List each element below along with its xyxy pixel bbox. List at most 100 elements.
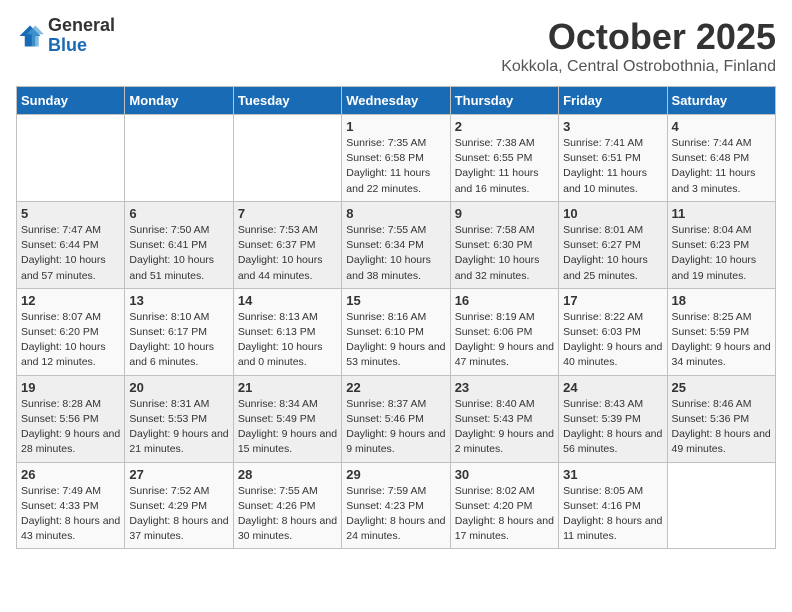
day-number: 25 bbox=[672, 380, 771, 395]
day-cell: 24 Sunrise: 8:43 AM Sunset: 5:39 PM Dayli… bbox=[559, 375, 667, 462]
day-number: 4 bbox=[672, 119, 771, 134]
day-number: 26 bbox=[21, 467, 120, 482]
day-info: Sunrise: 8:07 AM Sunset: 6:20 PM Dayligh… bbox=[21, 310, 120, 371]
day-info: Sunrise: 8:10 AM Sunset: 6:17 PM Dayligh… bbox=[129, 310, 228, 371]
day-info: Sunrise: 8:02 AM Sunset: 4:20 PM Dayligh… bbox=[455, 484, 554, 545]
day-number: 1 bbox=[346, 119, 445, 134]
day-cell: 27Sunrise: 7:52 AM Sunset: 4:29 PM Dayli… bbox=[125, 462, 233, 549]
day-number: 20 bbox=[129, 380, 228, 395]
day-number: 17 bbox=[563, 293, 662, 308]
weekday-header-friday: Friday bbox=[559, 87, 667, 115]
day-cell: 1 Sunrise: 7:35 AM Sunset: 6:58 PM Daylig… bbox=[342, 115, 450, 202]
day-number: 6 bbox=[129, 206, 228, 221]
day-cell: 12 Sunrise: 8:07 AM Sunset: 6:20 PM Dayli… bbox=[17, 288, 125, 375]
day-cell: 10 Sunrise: 8:01 AM Sunset: 6:27 PM Dayli… bbox=[559, 201, 667, 288]
day-cell: 16Sunrise: 8:19 AM Sunset: 6:06 PM Dayli… bbox=[450, 288, 558, 375]
day-info: Sunrise: 8:28 AM Sunset: 5:56 PM Dayligh… bbox=[21, 397, 120, 458]
day-cell: 5 Sunrise: 7:47 AM Sunset: 6:44 PM Daylig… bbox=[17, 201, 125, 288]
day-number: 3 bbox=[563, 119, 662, 134]
day-cell: 14 Sunrise: 8:13 AM Sunset: 6:13 PM Dayli… bbox=[233, 288, 341, 375]
logo-general-text: General Blue bbox=[48, 16, 115, 56]
day-cell: 25 Sunrise: 8:46 AM Sunset: 5:36 PM Dayli… bbox=[667, 375, 775, 462]
day-cell: 26 Sunrise: 7:49 AM Sunset: 4:33 PM Dayli… bbox=[17, 462, 125, 549]
day-info: Sunrise: 8:05 AM Sunset: 4:16 PM Dayligh… bbox=[563, 484, 662, 545]
day-info: Sunrise: 7:47 AM Sunset: 6:44 PM Dayligh… bbox=[21, 223, 120, 284]
day-number: 30 bbox=[455, 467, 554, 482]
day-info: Sunrise: 8:37 AM Sunset: 5:46 PM Dayligh… bbox=[346, 397, 445, 458]
day-cell: 20 Sunrise: 8:31 AM Sunset: 5:53 PM Dayli… bbox=[125, 375, 233, 462]
day-cell: 13 Sunrise: 8:10 AM Sunset: 6:17 PM Dayli… bbox=[125, 288, 233, 375]
weekday-header-row: SundayMondayTuesdayWednesdayThursdayFrid… bbox=[17, 87, 776, 115]
day-cell: 15Sunrise: 8:16 AM Sunset: 6:10 PM Dayli… bbox=[342, 288, 450, 375]
logo-icon bbox=[16, 22, 44, 50]
day-cell: 11Sunrise: 8:04 AM Sunset: 6:23 PM Dayli… bbox=[667, 201, 775, 288]
day-number: 7 bbox=[238, 206, 337, 221]
day-cell: 28 Sunrise: 7:55 AM Sunset: 4:26 PM Dayli… bbox=[233, 462, 341, 549]
day-number: 21 bbox=[238, 380, 337, 395]
day-info: Sunrise: 7:44 AM Sunset: 6:48 PM Dayligh… bbox=[672, 136, 771, 197]
day-cell: 6 Sunrise: 7:50 AM Sunset: 6:41 PM Daylig… bbox=[125, 201, 233, 288]
day-info: Sunrise: 8:43 AM Sunset: 5:39 PM Dayligh… bbox=[563, 397, 662, 458]
day-number: 8 bbox=[346, 206, 445, 221]
day-info: Sunrise: 8:46 AM Sunset: 5:36 PM Dayligh… bbox=[672, 397, 771, 458]
weekday-header-wednesday: Wednesday bbox=[342, 87, 450, 115]
day-info: Sunrise: 8:25 AM Sunset: 5:59 PM Dayligh… bbox=[672, 310, 771, 371]
week-row-4: 19Sunrise: 8:28 AM Sunset: 5:56 PM Dayli… bbox=[17, 375, 776, 462]
day-cell: 3Sunrise: 7:41 AM Sunset: 6:51 PM Daylig… bbox=[559, 115, 667, 202]
day-info: Sunrise: 7:49 AM Sunset: 4:33 PM Dayligh… bbox=[21, 484, 120, 545]
day-info: Sunrise: 8:22 AM Sunset: 6:03 PM Dayligh… bbox=[563, 310, 662, 371]
day-cell: 21 Sunrise: 8:34 AM Sunset: 5:49 PM Dayli… bbox=[233, 375, 341, 462]
weekday-header-monday: Monday bbox=[125, 87, 233, 115]
day-info: Sunrise: 7:55 AM Sunset: 4:26 PM Dayligh… bbox=[238, 484, 337, 545]
day-info: Sunrise: 7:53 AM Sunset: 6:37 PM Dayligh… bbox=[238, 223, 337, 284]
day-info: Sunrise: 8:01 AM Sunset: 6:27 PM Dayligh… bbox=[563, 223, 662, 284]
day-number: 13 bbox=[129, 293, 228, 308]
day-cell: 7 Sunrise: 7:53 AM Sunset: 6:37 PM Daylig… bbox=[233, 201, 341, 288]
day-info: Sunrise: 7:50 AM Sunset: 6:41 PM Dayligh… bbox=[129, 223, 228, 284]
week-row-1: 1 Sunrise: 7:35 AM Sunset: 6:58 PM Daylig… bbox=[17, 115, 776, 202]
day-number: 12 bbox=[21, 293, 120, 308]
weekday-header-saturday: Saturday bbox=[667, 87, 775, 115]
day-number: 31 bbox=[563, 467, 662, 482]
day-cell bbox=[233, 115, 341, 202]
day-cell: 22 Sunrise: 8:37 AM Sunset: 5:46 PM Dayli… bbox=[342, 375, 450, 462]
page-header: General Blue October 2025 Kokkola, Centr… bbox=[16, 16, 776, 76]
day-number: 9 bbox=[455, 206, 554, 221]
day-number: 18 bbox=[672, 293, 771, 308]
day-number: 28 bbox=[238, 467, 337, 482]
day-number: 22 bbox=[346, 380, 445, 395]
day-cell: 9 Sunrise: 7:58 AM Sunset: 6:30 PM Daylig… bbox=[450, 201, 558, 288]
day-number: 29 bbox=[346, 467, 445, 482]
day-info: Sunrise: 7:58 AM Sunset: 6:30 PM Dayligh… bbox=[455, 223, 554, 284]
day-number: 15 bbox=[346, 293, 445, 308]
title-area: October 2025 Kokkola, Central Ostrobothn… bbox=[501, 16, 776, 76]
day-cell bbox=[17, 115, 125, 202]
day-info: Sunrise: 8:34 AM Sunset: 5:49 PM Dayligh… bbox=[238, 397, 337, 458]
day-info: Sunrise: 8:04 AM Sunset: 6:23 PM Dayligh… bbox=[672, 223, 771, 284]
weekday-header-tuesday: Tuesday bbox=[233, 87, 341, 115]
week-row-5: 26 Sunrise: 7:49 AM Sunset: 4:33 PM Dayli… bbox=[17, 462, 776, 549]
calendar: SundayMondayTuesdayWednesdayThursdayFrid… bbox=[16, 86, 776, 549]
day-info: Sunrise: 7:35 AM Sunset: 6:58 PM Dayligh… bbox=[346, 136, 445, 197]
day-cell: 2Sunrise: 7:38 AM Sunset: 6:55 PM Daylig… bbox=[450, 115, 558, 202]
day-cell: 19Sunrise: 8:28 AM Sunset: 5:56 PM Dayli… bbox=[17, 375, 125, 462]
day-info: Sunrise: 8:13 AM Sunset: 6:13 PM Dayligh… bbox=[238, 310, 337, 371]
day-number: 5 bbox=[21, 206, 120, 221]
day-info: Sunrise: 7:59 AM Sunset: 4:23 PM Dayligh… bbox=[346, 484, 445, 545]
day-info: Sunrise: 8:31 AM Sunset: 5:53 PM Dayligh… bbox=[129, 397, 228, 458]
day-info: Sunrise: 7:38 AM Sunset: 6:55 PM Dayligh… bbox=[455, 136, 554, 197]
weekday-header-sunday: Sunday bbox=[17, 87, 125, 115]
month-title: October 2025 bbox=[501, 16, 776, 58]
day-cell: 23Sunrise: 8:40 AM Sunset: 5:43 PM Dayli… bbox=[450, 375, 558, 462]
day-info: Sunrise: 7:52 AM Sunset: 4:29 PM Dayligh… bbox=[129, 484, 228, 545]
day-number: 24 bbox=[563, 380, 662, 395]
day-info: Sunrise: 8:19 AM Sunset: 6:06 PM Dayligh… bbox=[455, 310, 554, 371]
location-title: Kokkola, Central Ostrobothnia, Finland bbox=[501, 58, 776, 76]
day-cell: 30 Sunrise: 8:02 AM Sunset: 4:20 PM Dayli… bbox=[450, 462, 558, 549]
day-cell: 18 Sunrise: 8:25 AM Sunset: 5:59 PM Dayli… bbox=[667, 288, 775, 375]
week-row-2: 5 Sunrise: 7:47 AM Sunset: 6:44 PM Daylig… bbox=[17, 201, 776, 288]
week-row-3: 12 Sunrise: 8:07 AM Sunset: 6:20 PM Dayli… bbox=[17, 288, 776, 375]
day-number: 14 bbox=[238, 293, 337, 308]
day-number: 10 bbox=[563, 206, 662, 221]
weekday-header-thursday: Thursday bbox=[450, 87, 558, 115]
